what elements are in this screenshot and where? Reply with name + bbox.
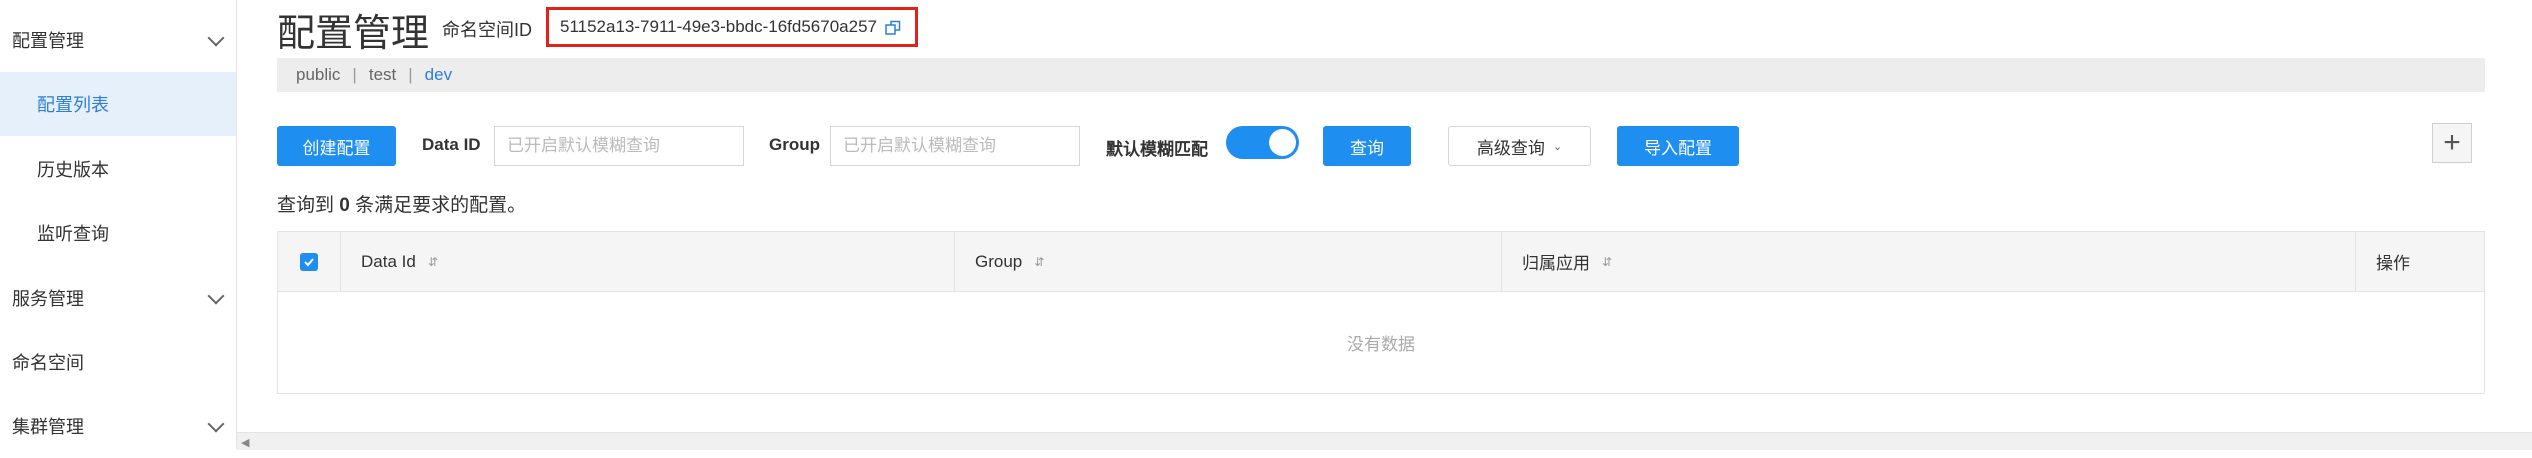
sidebar-item-cluster-management[interactable]: 集群管理	[0, 394, 236, 458]
config-table: Data Id ⇵ Group ⇵ 归属应用 ⇵ 操作 没有数据	[277, 231, 2485, 394]
table-header: Data Id ⇵ Group ⇵ 归属应用 ⇵ 操作	[278, 232, 2484, 292]
column-header-group[interactable]: Group ⇵	[955, 232, 1502, 291]
copy-icon[interactable]	[885, 20, 901, 36]
sidebar-item-label: 监听查询	[37, 224, 109, 244]
sidebar-item-history[interactable]: 历史版本	[0, 137, 236, 201]
column-header-actions: 操作	[2356, 232, 2484, 291]
empty-state: 没有数据	[1347, 335, 1415, 354]
sort-icon[interactable]: ⇵	[1602, 255, 1612, 269]
import-config-button[interactable]: 导入配置	[1617, 126, 1739, 166]
column-label: Data Id	[361, 251, 416, 271]
chevron-down-icon	[207, 415, 225, 433]
sidebar-item-label: 配置列表	[37, 95, 109, 115]
sidebar-item-config-list[interactable]: 配置列表	[0, 72, 236, 136]
result-summary: 查询到 0 条满足要求的配置。	[277, 190, 526, 217]
search-button[interactable]: 查询	[1323, 126, 1411, 166]
sidebar-item-listener-query[interactable]: 监听查询	[0, 201, 236, 265]
check-icon	[304, 257, 314, 266]
namespace-tabs: public | test | dev	[277, 58, 2485, 92]
namespace-separator: |	[408, 65, 413, 84]
column-label: 归属应用	[1522, 254, 1590, 273]
fuzzy-match-toggle[interactable]	[1226, 126, 1299, 159]
namespace-tab-public[interactable]: public	[296, 65, 340, 85]
namespace-separator: |	[352, 65, 357, 84]
result-count: 0	[339, 195, 350, 216]
sidebar-item-label: 配置管理	[12, 31, 84, 51]
column-header-data-id[interactable]: Data Id ⇵	[341, 232, 955, 291]
sidebar-item-label: 命名空间	[12, 353, 84, 373]
horizontal-scrollbar[interactable]: ◀	[237, 432, 2532, 450]
add-button[interactable]: +	[2432, 123, 2472, 163]
page-title: 配置管理	[277, 13, 430, 55]
fuzzy-match-label: 默认模糊匹配	[1106, 140, 1208, 159]
result-prefix: 查询到	[277, 195, 335, 216]
data-id-label: Data ID	[422, 135, 481, 154]
column-header-app[interactable]: 归属应用 ⇵	[1502, 232, 2356, 291]
namespace-id-box: 51152a13-7911-49e3-bbdc-16fd5670a257	[546, 7, 918, 47]
chevron-down-icon	[207, 287, 225, 305]
chevron-down-icon: ⌄	[1552, 140, 1563, 153]
select-all-cell	[278, 232, 341, 291]
sidebar-item-service-management[interactable]: 服务管理	[0, 266, 236, 330]
namespace-id-value: 51152a13-7911-49e3-bbdc-16fd5670a257	[560, 17, 877, 36]
create-config-button[interactable]: 创建配置	[277, 126, 396, 166]
result-suffix: 条满足要求的配置。	[355, 195, 527, 216]
sidebar-item-label: 服务管理	[12, 289, 84, 309]
group-label: Group	[769, 135, 820, 154]
advanced-search-label: 高级查询	[1476, 138, 1545, 158]
sidebar-item-config-management[interactable]: 配置管理	[0, 8, 236, 72]
toggle-knob	[1269, 129, 1296, 156]
scroll-left-icon[interactable]: ◀	[241, 436, 249, 449]
sort-icon[interactable]: ⇵	[1034, 255, 1044, 269]
select-all-checkbox[interactable]	[300, 252, 318, 271]
column-label: Group	[975, 251, 1023, 271]
advanced-search-dropdown[interactable]: 高级查询 ⌄	[1448, 126, 1591, 166]
sidebar-item-label: 历史版本	[37, 160, 109, 180]
namespace-id-label: 命名空间ID	[442, 20, 532, 40]
namespace-tab-dev[interactable]: dev	[425, 65, 452, 85]
sidebar: 配置管理 配置列表 历史版本 监听查询 服务管理 命名空间 集群管理	[0, 0, 237, 449]
sort-icon[interactable]: ⇵	[428, 255, 438, 269]
column-label: 操作	[2376, 254, 2410, 273]
chevron-down-icon	[207, 29, 225, 47]
group-input[interactable]	[830, 126, 1080, 166]
namespace-tab-test[interactable]: test	[369, 65, 396, 85]
sidebar-item-label: 集群管理	[12, 417, 84, 437]
sidebar-item-namespace[interactable]: 命名空间	[0, 330, 236, 394]
data-id-input[interactable]	[494, 126, 744, 166]
